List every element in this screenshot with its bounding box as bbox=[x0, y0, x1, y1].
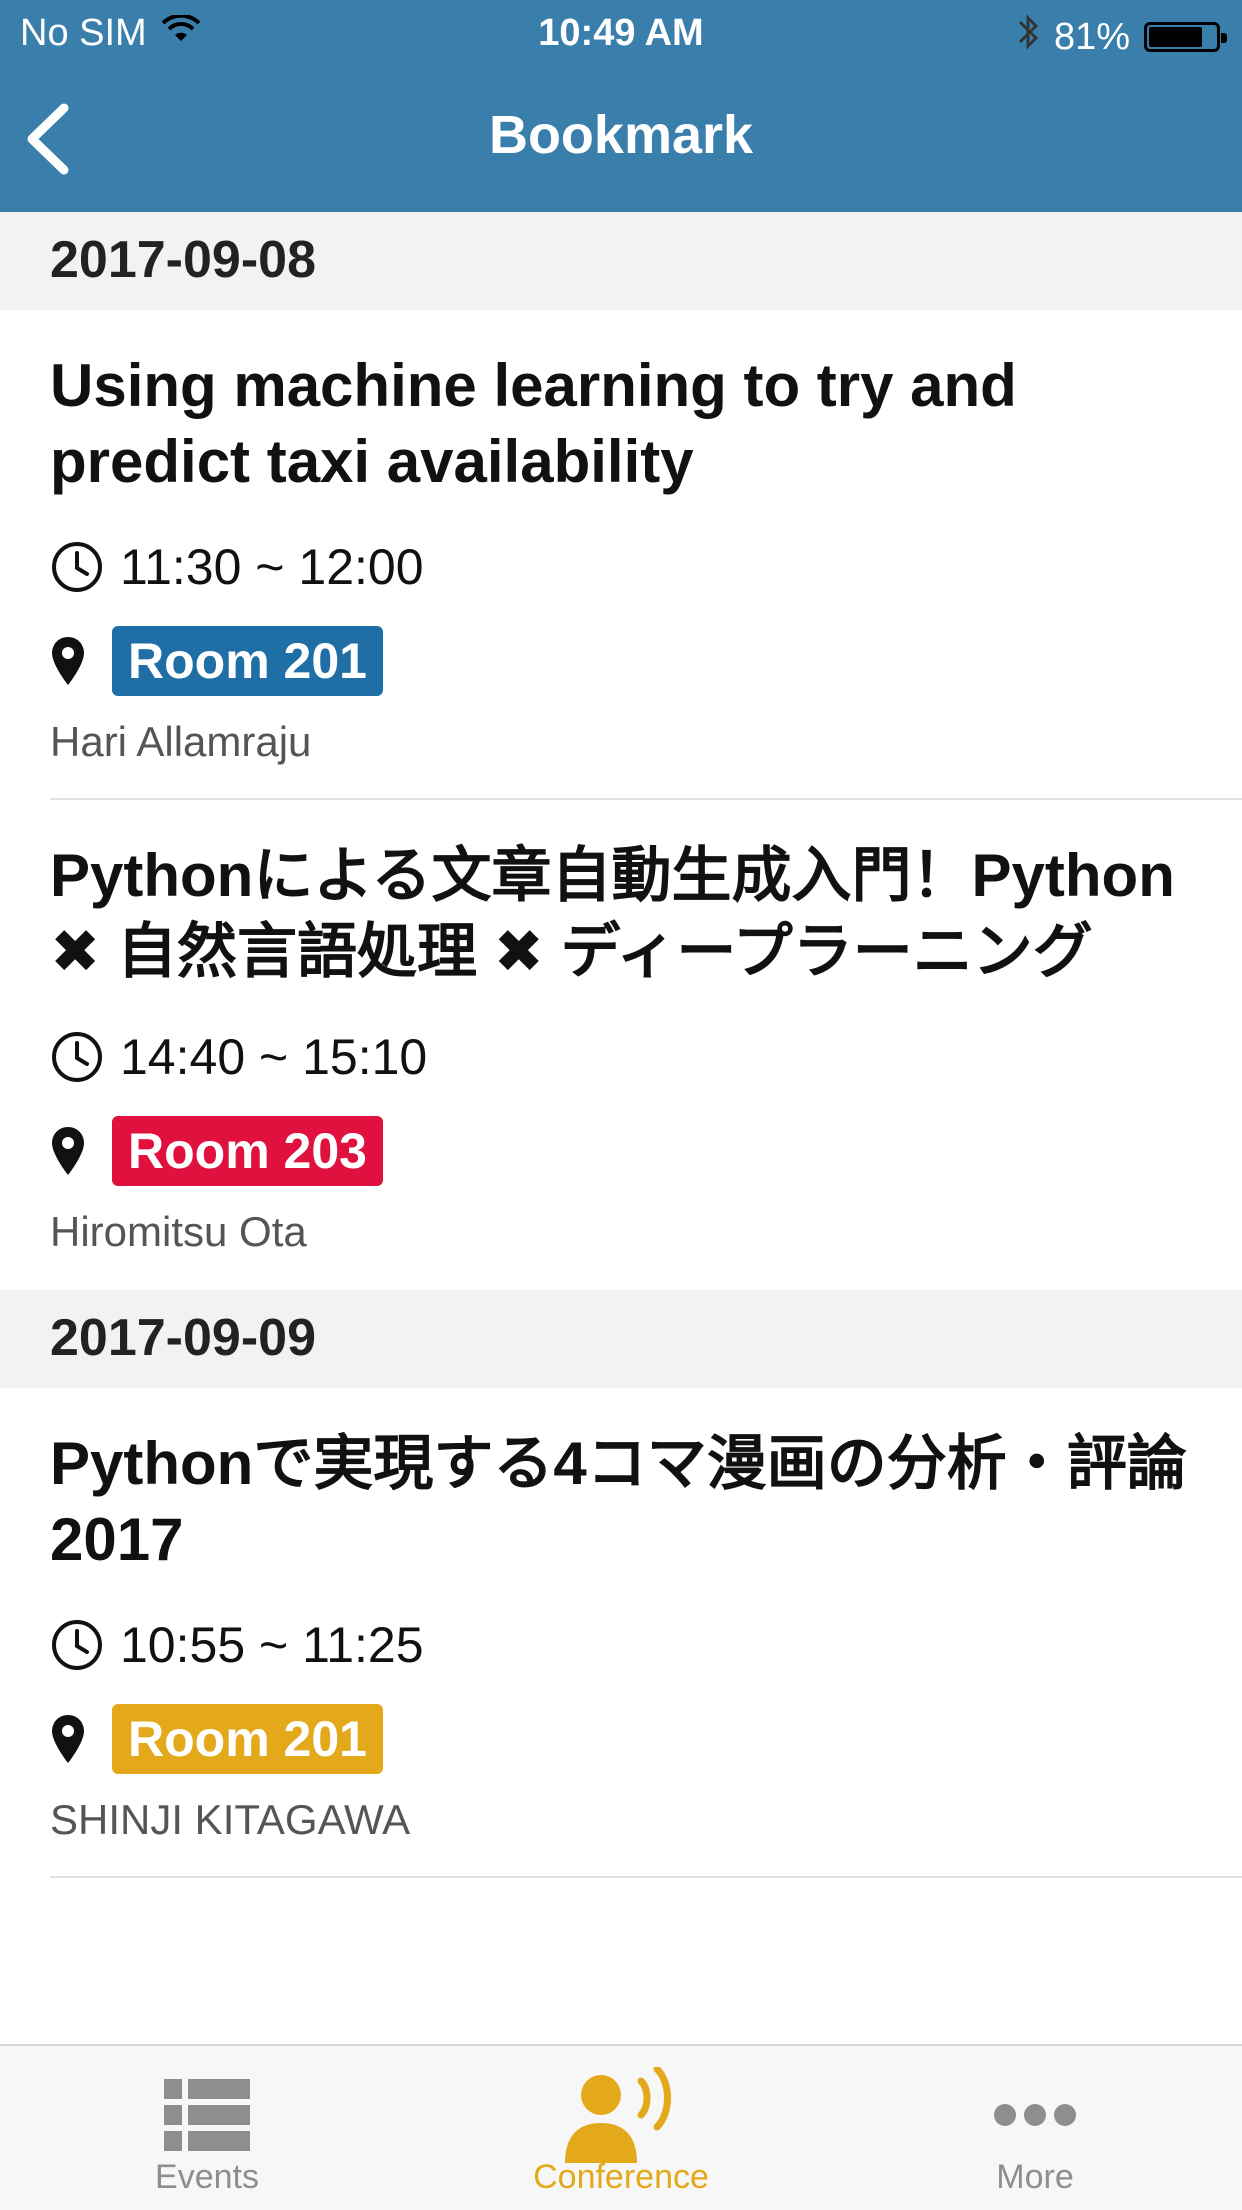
session-title: Using machine learning to try and predic… bbox=[50, 352, 1017, 495]
room-badge: Room 203 bbox=[112, 1116, 383, 1186]
date-header: 2017-09-08 bbox=[0, 212, 1242, 310]
bluetooth-icon bbox=[1016, 12, 1040, 62]
session-title: Pythonで実現する4コマ漫画の分析・評論 2017 bbox=[50, 1430, 1187, 1573]
session-time: 11:30 ~ 12:00 bbox=[120, 539, 424, 595]
session-time: 14:40 ~ 15:10 bbox=[120, 1029, 428, 1085]
page-title: Bookmark bbox=[488, 105, 754, 165]
date-header: 2017-09-09 bbox=[0, 1290, 1242, 1388]
status-bar: No SIM 10:49 AM 81% bbox=[0, 0, 1242, 66]
location-pin-icon bbox=[52, 1715, 84, 1763]
list-item[interactable]: Using machine learning to try and predic… bbox=[0, 310, 1242, 800]
tab-label: Conference bbox=[533, 2158, 709, 2196]
tab-label: More bbox=[996, 2158, 1074, 2196]
time-row: 10:55 ~ 11:25 bbox=[50, 1616, 1242, 1674]
clock-icon bbox=[52, 542, 102, 592]
session-title: Pythonによる文章自動生成入門！Python ✖ 自然言語処理 ✖ ディープ… bbox=[50, 842, 1175, 985]
header: No SIM 10:49 AM 81% Bookmark bbox=[0, 0, 1242, 212]
clock-icon bbox=[52, 1620, 102, 1670]
speaker-icon bbox=[565, 2067, 671, 2163]
speaker-name: SHINJI KITAGAWA bbox=[50, 1796, 411, 1843]
battery-fill bbox=[1149, 27, 1203, 47]
clock-icon bbox=[52, 1032, 102, 1082]
location-pin-icon bbox=[52, 637, 84, 685]
tab-label: Events bbox=[155, 2158, 259, 2196]
battery-icon bbox=[1144, 22, 1227, 52]
location-pin-icon bbox=[52, 1127, 84, 1175]
room-row: Room 201 bbox=[50, 1704, 1242, 1774]
list-icon bbox=[164, 2079, 250, 2151]
tab-bar: Events Conference More bbox=[0, 2044, 1242, 2210]
tab-conference[interactable]: Conference bbox=[414, 2046, 828, 2210]
time-row: 11:30 ~ 12:00 bbox=[50, 538, 1242, 596]
session-time: 10:55 ~ 11:25 bbox=[120, 1617, 424, 1673]
time-row: 14:40 ~ 15:10 bbox=[50, 1028, 1242, 1086]
room-badge: Room 201 bbox=[112, 626, 383, 696]
status-right: 81% bbox=[1016, 12, 1227, 62]
room-badge: Room 201 bbox=[112, 1704, 383, 1774]
list-item[interactable]: Pythonによる文章自動生成入門！Python ✖ 自然言語処理 ✖ ディープ… bbox=[0, 800, 1242, 1290]
room-row: Room 201 bbox=[50, 626, 1242, 696]
speaker-name: Hiromitsu Ota bbox=[50, 1208, 307, 1255]
speaker-name: Hari Allamraju bbox=[50, 718, 312, 765]
room-row: Room 203 bbox=[50, 1116, 1242, 1186]
nav-bar: Bookmark bbox=[0, 66, 1242, 212]
list-item[interactable]: Pythonで実現する4コマ漫画の分析・評論 2017 10:55 ~ 11:2… bbox=[0, 1388, 1242, 1878]
bookmark-list[interactable]: 2017-09-08 Using machine learning to try… bbox=[0, 212, 1242, 2044]
battery-percent: 81% bbox=[1053, 15, 1130, 58]
tab-events[interactable]: Events bbox=[0, 2046, 414, 2210]
more-icon bbox=[994, 2104, 1076, 2126]
tab-more[interactable]: More bbox=[828, 2046, 1242, 2210]
